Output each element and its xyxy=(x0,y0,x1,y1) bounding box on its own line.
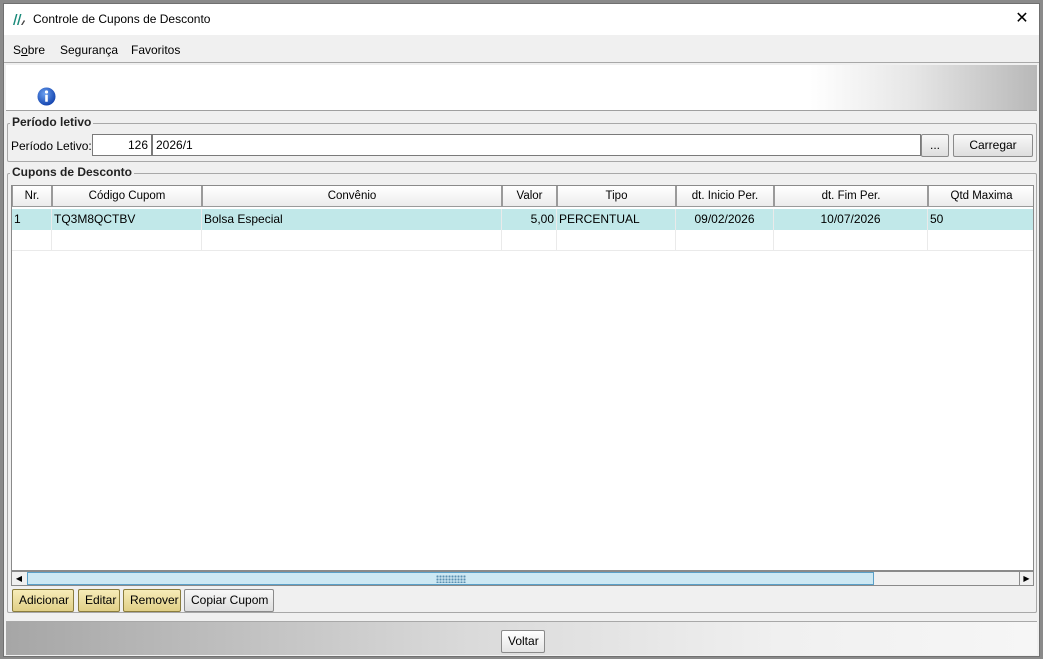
menu-sobre-first-letter: S xyxy=(13,43,22,57)
periodo-group-title: Período letivo xyxy=(10,115,94,129)
copiar-cupom-button[interactable]: Copiar Cupom xyxy=(184,589,274,612)
cupons-table: Nr. Código Cupom Convênio Valor Tipo dt.… xyxy=(11,185,1034,571)
cell-empty xyxy=(928,230,1033,251)
menu-favoritos[interactable]: Favoritos xyxy=(131,43,180,57)
menu-sobre[interactable]: Sobre xyxy=(13,43,45,57)
cell-empty xyxy=(12,230,52,251)
periodo-description-input[interactable]: 2026/1 xyxy=(152,134,921,156)
col-header-qtd[interactable]: Qtd Maxima xyxy=(928,186,1033,207)
col-header-codigo[interactable]: Código Cupom xyxy=(52,186,202,207)
footer-bar: Voltar xyxy=(6,621,1037,655)
title-bar: Controle de Cupons de Desconto ✕ xyxy=(4,4,1039,35)
cell-empty xyxy=(557,230,676,251)
adicionar-button[interactable]: Adicionar xyxy=(12,589,74,612)
cell-nr: 1 xyxy=(12,209,52,230)
periodo-code-input[interactable]: 126 xyxy=(92,134,152,156)
col-header-convenio[interactable]: Convênio xyxy=(202,186,502,207)
cell-empty xyxy=(676,230,774,251)
scrollbar-grip-icon xyxy=(436,575,466,583)
carregar-button[interactable]: Carregar xyxy=(953,134,1033,157)
close-icon[interactable]: ✕ xyxy=(1011,9,1033,31)
periodo-label: Período Letivo: xyxy=(11,139,92,153)
remover-button[interactable]: Remover xyxy=(123,589,181,612)
cell-empty xyxy=(52,230,202,251)
menu-sobre-mnemonic: o xyxy=(21,43,28,57)
cupons-group-title: Cupons de Desconto xyxy=(10,165,135,179)
periodo-lookup-button[interactable]: ... xyxy=(921,134,949,157)
scrollbar-thumb[interactable] xyxy=(27,572,874,585)
scroll-left-icon[interactable]: ◀ xyxy=(12,572,26,585)
cell-empty xyxy=(502,230,557,251)
voltar-button[interactable]: Voltar xyxy=(501,630,545,653)
table-row-empty[interactable] xyxy=(12,230,1033,251)
cell-empty xyxy=(202,230,502,251)
menu-seguranca[interactable]: Segurança xyxy=(60,43,118,57)
menu-sobre-rest: bre xyxy=(27,43,46,57)
horizontal-scrollbar[interactable]: ◀ ▶ xyxy=(11,571,1034,586)
header-banner xyxy=(6,65,1037,111)
info-icon[interactable] xyxy=(37,87,56,106)
col-header-fim[interactable]: dt. Fim Per. xyxy=(774,186,928,207)
main-window: Controle de Cupons de Desconto ✕ Sobre S… xyxy=(3,3,1040,657)
table-header: Nr. Código Cupom Convênio Valor Tipo dt.… xyxy=(12,186,1033,207)
col-header-nr[interactable]: Nr. xyxy=(12,186,52,207)
scroll-right-icon[interactable]: ▶ xyxy=(1019,572,1033,585)
cell-qtd: 50 xyxy=(928,209,1033,230)
editar-button[interactable]: Editar xyxy=(78,589,120,612)
table-row[interactable]: 1 TQ3M8QCTBV Bolsa Especial 5,00 PERCENT… xyxy=(12,209,1033,230)
col-header-inicio[interactable]: dt. Inicio Per. xyxy=(676,186,774,207)
cell-empty xyxy=(774,230,928,251)
cell-inicio: 09/02/2026 xyxy=(676,209,774,230)
menu-bar: Sobre Segurança Favoritos xyxy=(4,35,1039,63)
cell-tipo: PERCENTUAL xyxy=(557,209,676,230)
window-title: Controle de Cupons de Desconto xyxy=(33,12,211,26)
cell-convenio: Bolsa Especial xyxy=(202,209,502,230)
app-logo-icon xyxy=(13,14,25,25)
cell-valor: 5,00 xyxy=(502,209,557,230)
col-header-valor[interactable]: Valor xyxy=(502,186,557,207)
col-header-tipo[interactable]: Tipo xyxy=(557,186,676,207)
cell-fim: 10/07/2026 xyxy=(774,209,928,230)
cell-codigo: TQ3M8QCTBV xyxy=(52,209,202,230)
